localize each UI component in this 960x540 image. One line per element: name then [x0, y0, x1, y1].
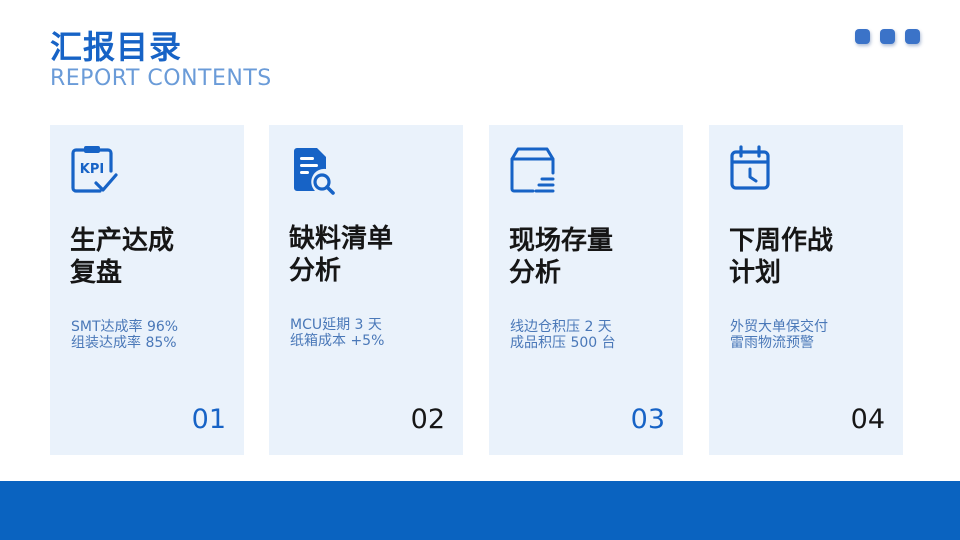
card-title-line: 复盘	[70, 258, 123, 288]
document-search-icon	[294, 148, 335, 195]
card-description: SMT达成率 96% 组装达成率 85%	[71, 319, 236, 351]
card-title-line: 缺料清单	[289, 224, 394, 254]
decorative-dots	[855, 29, 920, 44]
card-desc-line: SMT达成率 96%	[71, 319, 179, 335]
card-desc-line: MCU延期 3 天	[290, 317, 382, 333]
card-next-week-plan[interactable]: 下周作战 计划 外贸大单保交付 雷雨物流预警 04	[709, 125, 903, 455]
card-description: MCU延期 3 天 纸箱成本 +5%	[290, 317, 455, 349]
card-desc-line: 组装达成率 85%	[71, 335, 177, 351]
card-desc-line: 外贸大单保交付	[730, 319, 828, 335]
dot-3	[905, 29, 920, 44]
svg-text:KPI: KPI	[80, 162, 104, 177]
footer-bar	[0, 481, 960, 540]
inventory-box-icon	[510, 147, 555, 193]
card-title-line: 计划	[729, 258, 782, 288]
card-title-line: 分析	[289, 256, 342, 286]
card-number: 02	[410, 404, 445, 435]
card-title-line: 现场存量	[509, 226, 614, 256]
dot-2	[880, 29, 895, 44]
card-shortage-analysis[interactable]: 缺料清单 分析 MCU延期 3 天 纸箱成本 +5% 02	[269, 125, 463, 455]
card-inventory-analysis[interactable]: 现场存量 分析 线边仓积压 2 天 成品积压 500 台 03	[489, 125, 683, 455]
card-title-line: 生产达成	[70, 226, 175, 256]
card-desc-line: 成品积压 500 台	[510, 335, 616, 351]
card-number: 03	[630, 404, 665, 435]
card-description: 线边仓积压 2 天 成品积压 500 台	[510, 319, 675, 351]
card-description: 外贸大单保交付 雷雨物流预警	[730, 319, 895, 351]
card-number: 04	[850, 404, 885, 435]
card-title: 下周作战 计划	[729, 225, 889, 289]
card-title-line: 下周作战	[729, 226, 834, 256]
calendar-clock-icon	[730, 145, 770, 190]
card-desc-line: 纸箱成本 +5%	[290, 333, 385, 349]
card-title-line: 分析	[509, 258, 562, 288]
dot-1	[855, 29, 870, 44]
card-production-review[interactable]: KPI 生产达成 复盘 SMT达成率 96% 组装达成率 85% 01	[50, 125, 244, 455]
page-title: 汇报目录	[50, 28, 183, 66]
card-title: 生产达成 复盘	[70, 225, 230, 289]
card-number: 01	[191, 404, 226, 435]
card-desc-line: 雷雨物流预警	[730, 335, 814, 351]
page-subtitle: REPORT CONTENTS	[50, 66, 272, 91]
card-desc-line: 线边仓积压 2 天	[510, 319, 612, 335]
card-title: 缺料清单 分析	[289, 223, 449, 287]
kpi-clipboard-icon: KPI	[71, 146, 118, 193]
card-title: 现场存量 分析	[509, 225, 669, 289]
